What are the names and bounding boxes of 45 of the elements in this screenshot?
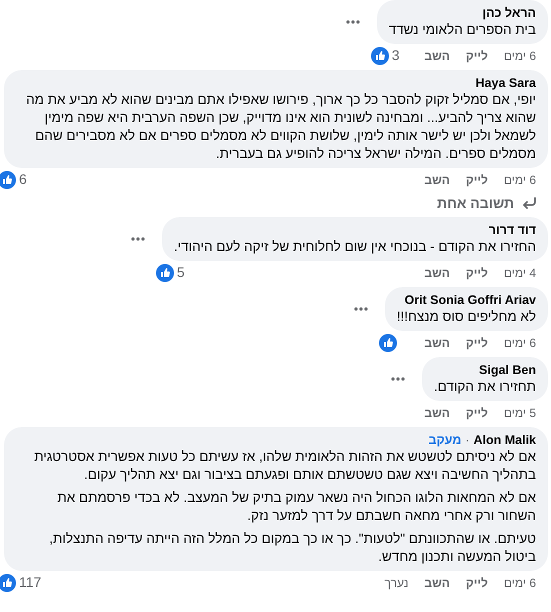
like-link[interactable]: לייק [466,170,488,188]
comment-text: בית הספרים הלאומי נשדד [388,21,536,39]
more-options-icon[interactable] [352,306,369,312]
reaction-count[interactable]: 5 [176,262,185,283]
comment-text: אם לא המחאות הלוגו הכחול היה נשאר עמוק בתיק של המעצב. לא בכדי פרסמתם את השחור ורק אחרי מחאה חשבתם על דרך למזער נזק. [56,489,536,525]
author-name[interactable]: Orit Sonia Goffri Ariav [404,292,536,308]
comment-time[interactable]: 6 ימים [504,46,536,64]
like-link[interactable]: לייק [466,264,488,282]
author-name[interactable]: Haya Sara [476,75,536,91]
more-options-icon[interactable] [130,236,146,242]
like-link[interactable]: לייק [466,334,488,352]
comment-text: יופי, אם סמליל זקוק להסבר כל כך ארוך, פירושו שאפילו אתם מבינים שהוא לא מביע את מה שהוא צריך להביע... ומבחינה לשונית הוא אינו מדוייק, שכן השפה הערבית היא שפה מימין לשמאל ולכן יש לישר אותה לימין, שלושת הקווים לא מסמלים ספרים אם לא מסבירים שהם מסמלים ספרים. המילה ישראל צריכה להופיע גם בעברית. [25,91,536,163]
reply-arrow-icon [522,197,536,209]
reply-link[interactable]: השב [424,170,450,188]
reply-link[interactable]: השב [424,574,450,592]
author-name[interactable]: Alon Malik [473,432,536,448]
edited-label: נערך [384,574,408,592]
more-options-icon[interactable] [344,18,361,24]
like-link[interactable]: לייק [466,404,488,422]
more-options-icon[interactable] [390,376,406,382]
reaction-count[interactable]: 3 [392,45,400,66]
like-link[interactable]: לייק [466,574,488,592]
comment-text: תחזירו את הקודם. [434,378,536,396]
author-name[interactable]: Sigal Ben [479,362,536,378]
like-link[interactable]: לייק [466,46,488,64]
reaction-count[interactable]: 117 [19,572,42,593]
author-name[interactable]: הראל כהן [482,5,536,21]
follow-link[interactable]: מעקב [428,432,462,448]
reply-link[interactable]: השב [424,46,450,64]
view-replies-button[interactable]: תשובה אחת [437,194,548,212]
reply-link[interactable]: השב [424,334,450,352]
comment-text: טעיתם. או שהתכוונתם "לטעות". כך או כך במקום כל המלל הזה הייתה עדיפה התנצלות, ביטול המעשה ותכנון מחדש. [48,530,536,566]
comment-time[interactable]: 4 ימים [504,264,536,282]
reply-link[interactable]: השב [424,404,450,422]
comment-time[interactable]: 6 ימים [504,334,536,352]
comment-time[interactable]: 6 ימים [504,170,536,188]
comment-text: לא מחליפים סוס מנצח!!! [396,308,536,326]
comment-text: החזירו את הקודם - בנוכחי אין שום לחלוחית של זיקה לעם היהודי. [174,238,536,256]
comment-time[interactable]: 6 ימים [504,574,536,592]
reaction-count[interactable]: 6 [19,169,27,190]
reply-link[interactable]: השב [424,264,450,282]
comment-time[interactable]: 5 ימים [504,404,536,422]
comment-text: אם לא ניסיתם לטשטש את הזהות הלאומית שלהו, אז עשיתם כל טעות אפשרית אסטרטגית בתהליך החשיבה ויצא שגם טשטשתם אותם ופגעתם בציבור וגם יצא תהליך עקום. [33,448,536,484]
author-name[interactable]: דוד דרור [488,222,536,238]
separator-dot: · [465,432,470,448]
